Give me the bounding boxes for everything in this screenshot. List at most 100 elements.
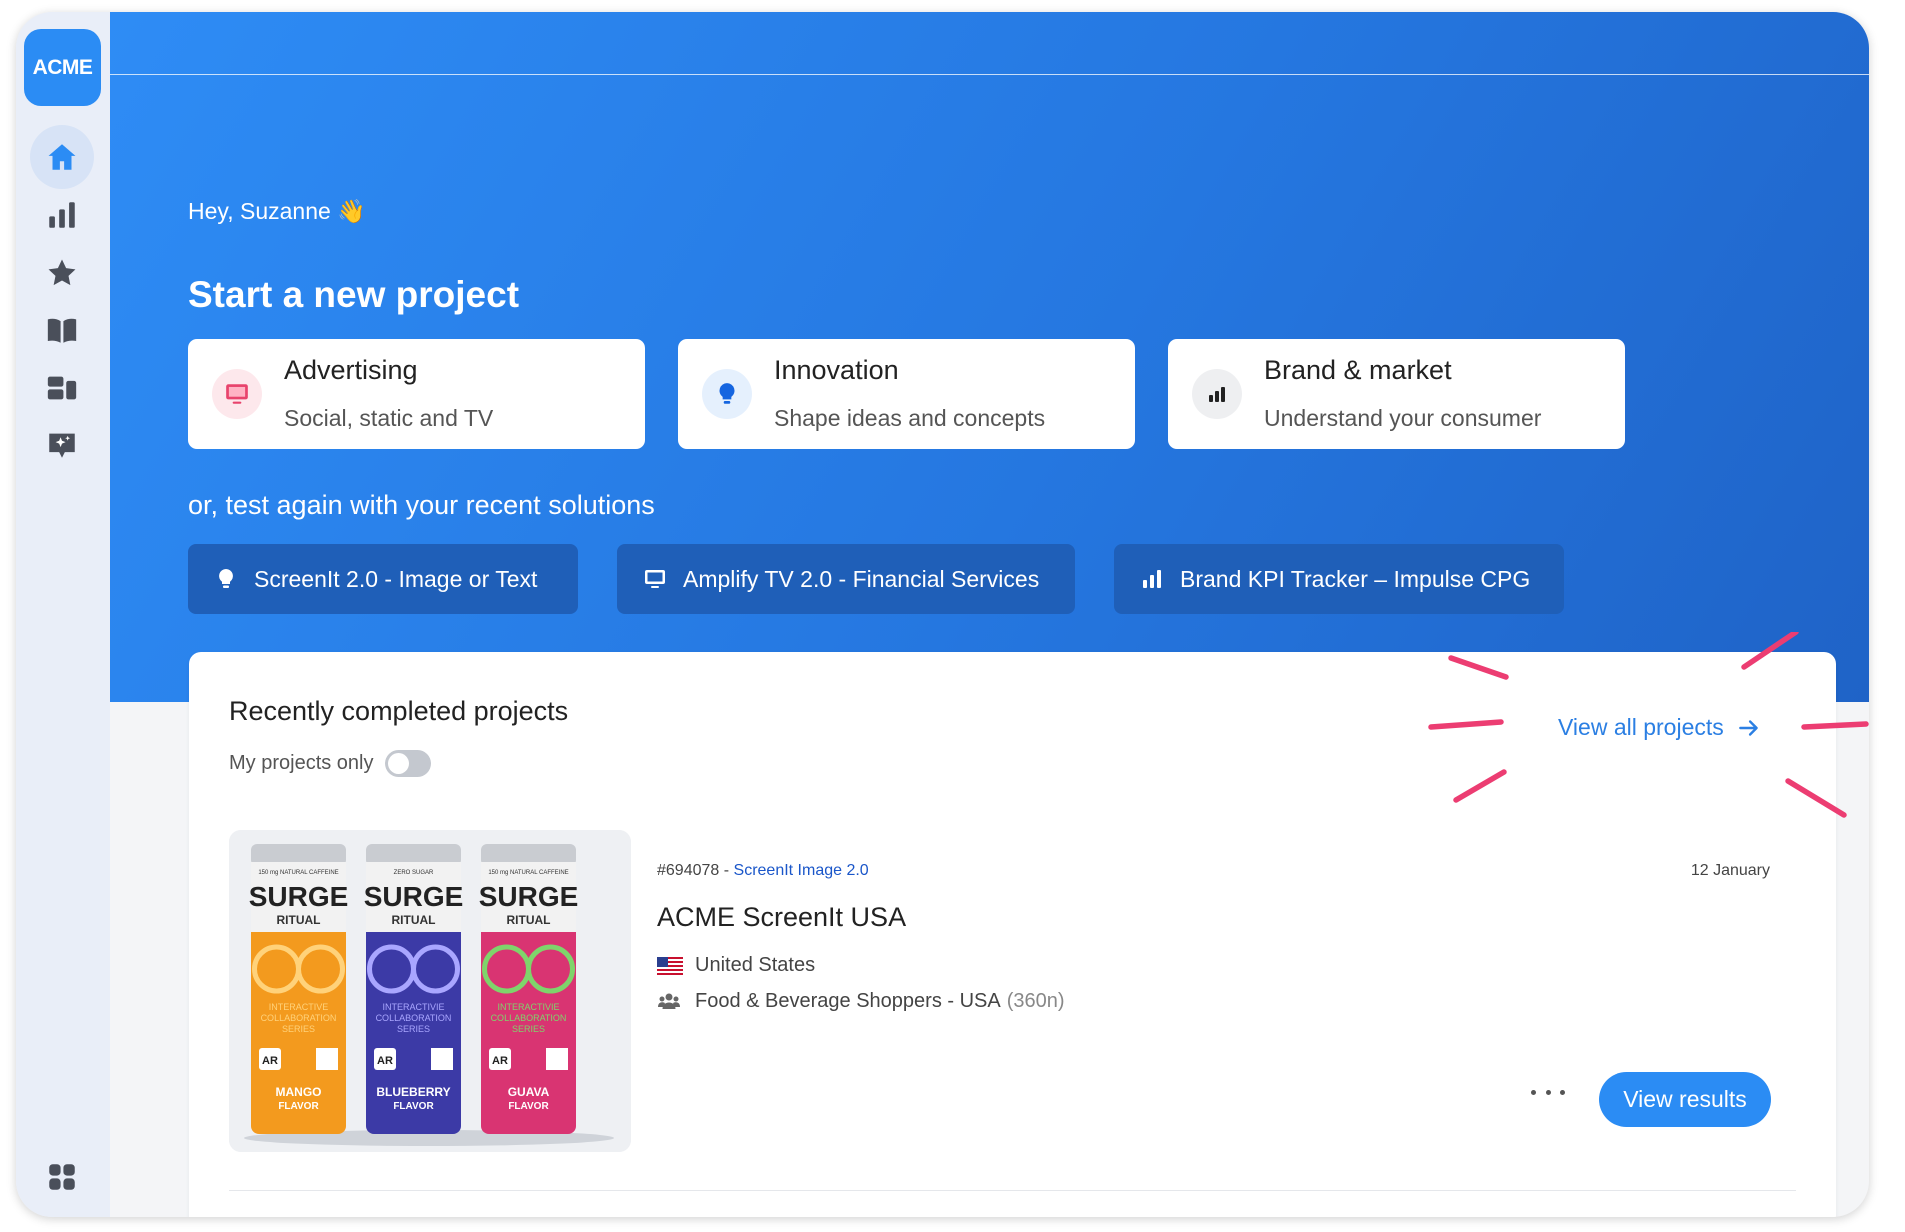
qr-code-icon: [546, 1048, 568, 1070]
product-can: 150 mg NATURAL CAFFEINE SURGERITUAL INTERA…: [249, 844, 349, 1134]
can-series-text: COLLABORATION: [491, 1013, 567, 1023]
nav-apps[interactable]: [30, 1145, 94, 1209]
monitor-icon: [212, 369, 262, 419]
can-series-text: COLLABORATION: [261, 1013, 337, 1023]
app-window: ACME Hey, Suzanne 👋 Start a new project: [16, 12, 1869, 1217]
can-series-text: SERIES: [512, 1024, 545, 1034]
qr-code-icon: [316, 1048, 338, 1070]
product-cans-image: 150 mg NATURAL CAFFEINESURGERITUALINTERA…: [229, 830, 631, 1152]
lightbulb-icon: [219, 569, 233, 588]
view-results-button[interactable]: View results: [1599, 1072, 1771, 1127]
can-series-text: COLLABORATION: [376, 1013, 452, 1023]
audience-label: Food & Beverage Shoppers - USA: [695, 989, 1001, 1012]
start-advertising-card[interactable]: Advertising Social, static and TV: [188, 339, 645, 449]
can-line: RITUAL: [507, 913, 551, 927]
can-brand: SURGE: [364, 881, 464, 912]
can-flavor-suffix: FLAVOR: [278, 1101, 319, 1112]
solution-brand-kpi-button[interactable]: Brand KPI Tracker – Impulse CPG: [1114, 544, 1564, 614]
card-subtitle: Understand your consumer: [1264, 405, 1542, 431]
toggle-knob: [388, 753, 409, 774]
nav-dashboards[interactable]: [30, 356, 94, 420]
can-top-text: ZERO SUGAR: [394, 870, 434, 876]
sidebar: ACME: [16, 12, 110, 1217]
can-top-text: 150 mg NATURAL CAFFEINE: [488, 870, 568, 876]
header-divider: [110, 74, 1869, 75]
project-title[interactable]: ACME ScreenIt USA: [657, 902, 906, 933]
section-title: Recently completed projects: [229, 696, 569, 726]
can-flavor: GUAVA: [508, 1085, 550, 1099]
can-flavor: BLUEBERRY: [376, 1085, 450, 1099]
bar-chart-icon: [49, 202, 75, 228]
hero-banner: Hey, Suzanne 👋 Start a new project Adver…: [110, 12, 1869, 702]
solution-label: Amplify TV 2.0 - Financial Services: [683, 565, 1040, 592]
can-flavor-suffix: FLAVOR: [508, 1101, 549, 1112]
recent-solutions-label: or, test again with your recent solution…: [188, 490, 655, 520]
can-series-text: SERIES: [282, 1024, 315, 1034]
can-top-text: 150 mg NATURAL CAFFEINE: [258, 870, 338, 876]
solution-label: Brand KPI Tracker – Impulse CPG: [1180, 565, 1531, 592]
greeting: Hey, Suzanne 👋: [188, 198, 366, 224]
lightbulb-icon: [702, 369, 752, 419]
dot: [1545, 1089, 1551, 1095]
product-can: ZERO SUGAR SURGERITUAL INTERACTIVIECOLLABO…: [364, 844, 464, 1134]
solution-amplify-tv-button[interactable]: Amplify TV 2.0 - Financial Services: [617, 544, 1075, 614]
ar-badge-text: AR: [492, 1055, 508, 1067]
card-title: Brand & market: [1264, 355, 1452, 385]
can-brand: SURGE: [479, 881, 579, 912]
meta-separator: -: [719, 862, 734, 879]
bar-chart-icon: [1143, 570, 1161, 588]
solution-screenit-button[interactable]: ScreenIt 2.0 - Image or Text: [188, 544, 578, 614]
project-country: United States: [657, 954, 815, 977]
nav-home[interactable]: [30, 125, 94, 189]
project-meta: #694078 - ScreenIt Image 2.0: [657, 862, 869, 880]
sparkle-chat-icon: [49, 433, 75, 458]
can-line: RITUAL: [392, 913, 436, 927]
page-title: Start a new project: [188, 274, 520, 315]
book-icon: [47, 318, 77, 343]
card-title: Advertising: [284, 355, 418, 385]
nav-favorites[interactable]: [30, 241, 94, 305]
card-subtitle: Social, static and TV: [284, 405, 494, 431]
qr-code-icon: [431, 1048, 453, 1070]
start-brand-market-card[interactable]: Brand & market Understand your consumer: [1168, 339, 1625, 449]
sample-size: (360n): [1006, 989, 1065, 1012]
ar-badge-text: AR: [377, 1055, 393, 1067]
bar-chart-icon: [1192, 369, 1242, 419]
can-series-text: INTERACTIVE: [269, 1002, 329, 1012]
ar-badge-text: AR: [262, 1055, 278, 1067]
card-subtitle: Shape ideas and concepts: [774, 405, 1046, 431]
row-divider: [229, 1190, 1796, 1191]
can-flavor: MANGO: [276, 1085, 322, 1099]
can-series-text: INTERACTIVIE: [497, 1002, 559, 1012]
project-solution-link[interactable]: ScreenIt Image 2.0: [734, 862, 869, 879]
project-thumbnail[interactable]: 150 mg NATURAL CAFFEINE SURGE RITUAL INTERA…: [229, 830, 631, 1152]
card-title: Innovation: [774, 355, 899, 385]
can-line: RITUAL: [277, 913, 321, 927]
dot: [1560, 1089, 1565, 1095]
can-flavor-suffix: FLAVOR: [393, 1101, 434, 1112]
more-options-button[interactable]: [1531, 1082, 1565, 1102]
solution-label: ScreenIt 2.0 - Image or Text: [254, 565, 538, 592]
nav-ai-assistant[interactable]: [30, 413, 94, 477]
my-projects-label: My projects only: [229, 752, 374, 774]
project-id: #694078: [657, 862, 720, 879]
can-brand: SURGE: [249, 881, 349, 912]
monitor-icon: [645, 570, 665, 588]
project-date: 12 January: [1690, 862, 1770, 879]
my-projects-toggle[interactable]: [385, 750, 431, 777]
can-series-text: SERIES: [397, 1024, 430, 1034]
acme-logo[interactable]: ACME: [24, 29, 101, 106]
people-icon: [657, 989, 683, 1013]
dot: [1531, 1089, 1536, 1095]
star-icon: [48, 259, 76, 286]
nav-analytics[interactable]: [30, 183, 94, 247]
highlight-accent-marks: [1428, 632, 1869, 818]
start-innovation-card[interactable]: Innovation Shape ideas and concepts: [678, 339, 1135, 449]
us-flag-icon: [657, 956, 683, 975]
can-series-text: INTERACTIVIE: [382, 1002, 444, 1012]
home-icon: [48, 144, 76, 170]
dashboard-icon: [47, 376, 77, 400]
nav-library[interactable]: [30, 298, 94, 362]
project-audience: Food & Beverage Shoppers - USA (360n): [657, 989, 1065, 1013]
country-label: United States: [695, 954, 816, 976]
